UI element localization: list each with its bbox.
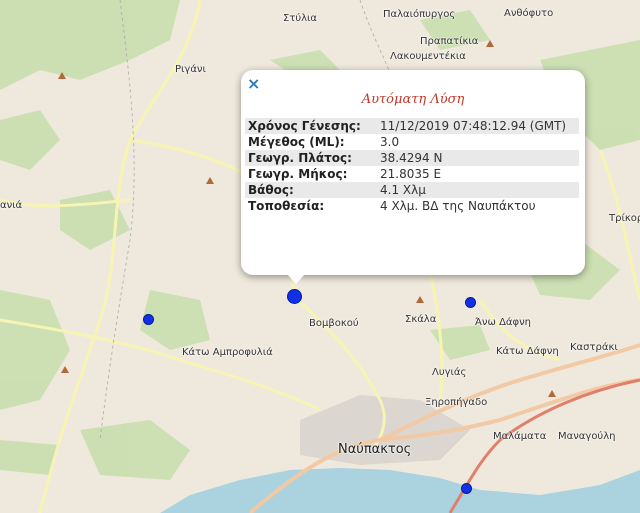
place-label: Ριγάνι (175, 64, 206, 75)
place-label: Λυγιάς (432, 367, 467, 378)
table-row: Βάθος: 4.1 Χλμ (245, 182, 579, 198)
earthquake-info-popup: × Αυτόματη Λύση Χρόνος Γένεσης: 11/12/20… (241, 70, 585, 284)
earthquake-epicenter-dot[interactable] (287, 289, 302, 304)
earthquake-details-table: Χρόνος Γένεσης: 11/12/2019 07:48:12.94 (… (245, 118, 579, 214)
field-label: Τοποθεσία: (245, 198, 377, 214)
place-label: Ξηροπήγαδο (425, 397, 488, 408)
place-label: Ανθόφυτο (504, 8, 554, 19)
field-value: 21.8035 E (377, 166, 579, 182)
field-value: 3.0 (377, 134, 579, 150)
place-label: Τρίκορ (609, 213, 640, 224)
place-label: Παλαιόπυργος (383, 9, 456, 20)
place-label: Βομβοκού (309, 318, 359, 329)
popup-title: Αυτόματη Λύση (361, 92, 465, 107)
table-row: Τοποθεσία: 4 Χλμ. ΒΔ της Ναυπάκτου (245, 198, 579, 214)
field-value: 4 Χλμ. ΒΔ της Ναυπάκτου (377, 198, 579, 214)
peak-icon (206, 177, 214, 184)
place-label: Καστράκι (570, 342, 618, 353)
peak-icon (486, 40, 494, 47)
place-label: Μαλάματα (493, 431, 547, 442)
peak-icon (61, 366, 69, 373)
place-label: Κάτω Αμπροφυλιά (182, 347, 273, 358)
table-row: Μέγεθος (ML): 3.0 (245, 134, 579, 150)
field-label: Μέγεθος (ML): (245, 134, 377, 150)
field-label: Βάθος: (245, 182, 377, 198)
place-label: Λακουμεντέκια (390, 51, 466, 62)
place-label: Στύλια (283, 13, 318, 24)
earthquake-epicenter-dot[interactable] (461, 483, 472, 494)
place-label-city: Ναύπακτος (338, 442, 412, 457)
peak-icon (548, 390, 556, 397)
field-value: 4.1 Χλμ (377, 182, 579, 198)
field-label: Χρόνος Γένεσης: (245, 118, 377, 134)
place-label: Άνω Δάφνη (475, 317, 532, 328)
table-row: Γεωγρ. Μήκος: 21.8035 E (245, 166, 579, 182)
table-row: Γεωγρ. Πλάτος: 38.4294 N (245, 150, 579, 166)
place-label: Σκάλα (405, 314, 437, 325)
peak-icon (58, 72, 66, 79)
peak-icon (416, 296, 424, 303)
place-label: Μαναγούλη (558, 431, 616, 442)
field-value: 38.4294 N (377, 150, 579, 166)
place-label: ανιά (0, 200, 23, 211)
place-label: Κάτω Δάφνη (496, 346, 559, 357)
field-label: Γεωγρ. Πλάτος: (245, 150, 377, 166)
field-value: 11/12/2019 07:48:12.94 (GMT) (377, 118, 579, 134)
field-label: Γεωγρ. Μήκος: (245, 166, 377, 182)
close-icon[interactable]: × (247, 74, 260, 93)
earthquake-epicenter-dot[interactable] (465, 297, 476, 308)
earthquake-epicenter-dot[interactable] (143, 314, 154, 325)
popup-tail (287, 274, 305, 284)
place-label: Πραπατίκια (420, 36, 479, 47)
table-row: Χρόνος Γένεσης: 11/12/2019 07:48:12.94 (… (245, 118, 579, 134)
